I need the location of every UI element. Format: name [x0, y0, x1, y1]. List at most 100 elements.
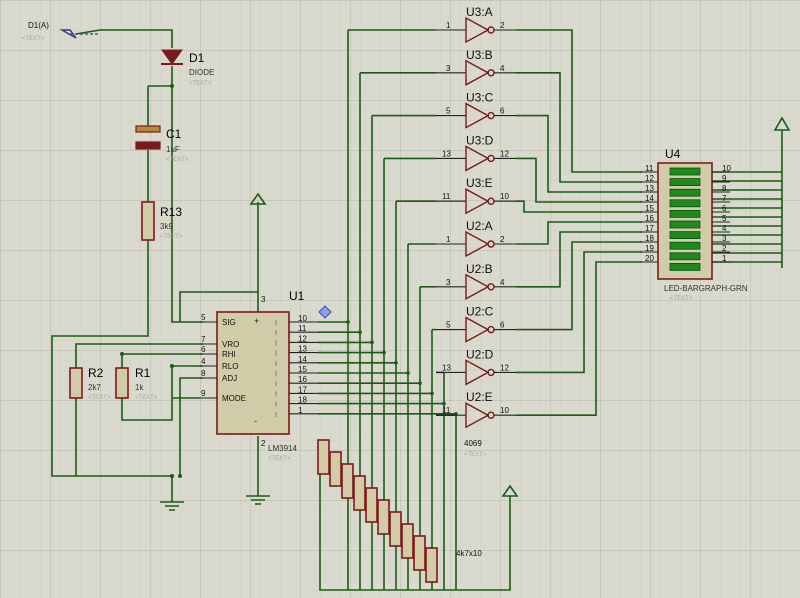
- schematic-canvas[interactable]: D1(A) <TEXT> D1 DIODE <TEXT> C1 1uF <TEX…: [0, 0, 800, 598]
- led-segment: [669, 231, 701, 240]
- array-resistor: [425, 547, 438, 583]
- inverter-out-pin: 6: [500, 321, 505, 330]
- inverter-out-pin: 12: [500, 363, 509, 372]
- u1-out-pin: 14: [298, 355, 307, 364]
- u4-left-pin: 20: [645, 254, 654, 263]
- u4-ref: U4: [665, 147, 681, 161]
- inverter-ref: U2:E: [466, 390, 493, 404]
- inverter-out-pin: 2: [500, 235, 505, 244]
- u4-left-pin: 15: [645, 204, 654, 213]
- u1-pin-num: 5: [201, 313, 206, 322]
- inverter-out-pin: 10: [500, 406, 509, 415]
- u1-pin-name: VRO: [222, 340, 239, 349]
- u1-out-pin: 11: [298, 324, 307, 333]
- svg-text:+: +: [254, 316, 259, 326]
- u1-pin-name: RLO: [222, 362, 238, 371]
- led-segment: [669, 167, 701, 176]
- u1-pin-bottom: 2: [261, 439, 266, 448]
- inverter-ref: U3:D: [466, 133, 494, 147]
- led-segment: [669, 241, 701, 250]
- inverter-ref: U3:C: [466, 91, 494, 105]
- inverter-ref: U3:B: [466, 48, 493, 62]
- u4-value: LED-BARGRAPH-GRN: [664, 284, 748, 293]
- inverter-ref: U2:B: [466, 262, 493, 276]
- svg-text:I: I: [275, 361, 277, 368]
- u1-pin-num: 6: [201, 345, 206, 354]
- r2-ref: R2: [88, 366, 104, 380]
- u1-pin-top: 3: [261, 295, 266, 304]
- c1-ref: C1: [166, 127, 182, 141]
- inverter-ref: U3:A: [466, 5, 493, 19]
- u1-pin-name: MODE: [222, 394, 246, 403]
- inverter-in-pin: 1: [446, 21, 451, 30]
- r13-ref: R13: [160, 205, 182, 219]
- array-resistor: [389, 511, 402, 547]
- u4-text: <TEXT>: [670, 296, 693, 302]
- u4-left-pin: 13: [645, 184, 654, 193]
- u1-out-pin: 16: [298, 375, 307, 384]
- led-segment: [669, 188, 701, 197]
- c1-value: 1uF: [166, 145, 180, 154]
- array-resistor: [401, 523, 414, 559]
- inverter-in-pin: 13: [442, 149, 451, 158]
- d1-text: <TEXT>: [189, 81, 212, 87]
- inverter-out-pin: 6: [500, 107, 505, 116]
- inverter-in-pin: 3: [446, 64, 451, 73]
- inverter-ref: U2:D: [466, 347, 494, 361]
- d1-ref: D1: [189, 51, 205, 65]
- led-segment: [669, 199, 701, 208]
- inverter-in-pin: 3: [446, 278, 451, 287]
- u4-right-pin: 2: [722, 244, 727, 253]
- u4-left-pin: 11: [645, 164, 654, 173]
- u4-right-pin: 5: [722, 214, 727, 223]
- u1-pin-num: 7: [201, 335, 206, 344]
- inverter-out-pin: 12: [500, 149, 509, 158]
- u1-out-pin: 1: [298, 406, 303, 415]
- u4-right-pin: 1: [722, 254, 727, 263]
- probe-text: <TEXT>: [22, 36, 45, 42]
- u1-text: <TEXT>: [268, 456, 291, 462]
- inverter-part-value: 4069: [464, 439, 482, 448]
- inverter-ref: U2:C: [466, 305, 494, 319]
- u4-left-pin: 19: [645, 244, 654, 253]
- led-segment: [669, 178, 701, 187]
- inverter-out-pin: 2: [500, 21, 505, 30]
- u4-right-pin: 7: [722, 194, 727, 203]
- led-segment: [669, 209, 701, 218]
- u4-right-pin: 8: [722, 184, 727, 193]
- r2-value: 2k7: [88, 383, 101, 392]
- svg-text:I: I: [275, 330, 277, 337]
- u4-right-pin: 10: [722, 164, 731, 173]
- svg-text:I: I: [275, 340, 277, 347]
- inverter-ref: U2:A: [466, 219, 493, 233]
- svg-text:I: I: [275, 381, 277, 388]
- r1-ref: R1: [135, 366, 151, 380]
- r13-text: <TEXT>: [160, 234, 183, 240]
- led-segment: [669, 252, 701, 261]
- u1-out-pin: 13: [298, 345, 307, 354]
- inverter-out-pin: 10: [500, 192, 509, 201]
- u1-out-pin: 10: [298, 314, 307, 323]
- array-resistor: [377, 499, 390, 535]
- r1-text: <TEXT>: [135, 395, 158, 401]
- svg-text:I: I: [275, 412, 277, 419]
- array-resistor: [365, 487, 378, 523]
- u1-value: LM3914: [268, 444, 297, 453]
- u4-left-pin: 16: [645, 214, 654, 223]
- svg-text:I: I: [275, 391, 277, 398]
- r2-text: <TEXT>: [88, 395, 111, 401]
- u4-left-pin: 14: [645, 194, 654, 203]
- r1-value: 1k: [135, 383, 144, 392]
- led-segment: [669, 262, 701, 271]
- svg-text:I: I: [275, 402, 277, 409]
- u4-right-pin: 9: [722, 174, 727, 183]
- array-resistor: [317, 439, 330, 475]
- inverter-in-pin: 1: [446, 235, 451, 244]
- array-resistor: [341, 463, 354, 499]
- svg-text:I: I: [275, 320, 277, 327]
- u4-right-pin: 6: [722, 204, 727, 213]
- u1-out-pin: 18: [298, 396, 307, 405]
- probe-label: D1(A): [28, 21, 49, 30]
- u1-pin-name: SIG: [222, 318, 236, 327]
- svg-text:I: I: [275, 371, 277, 378]
